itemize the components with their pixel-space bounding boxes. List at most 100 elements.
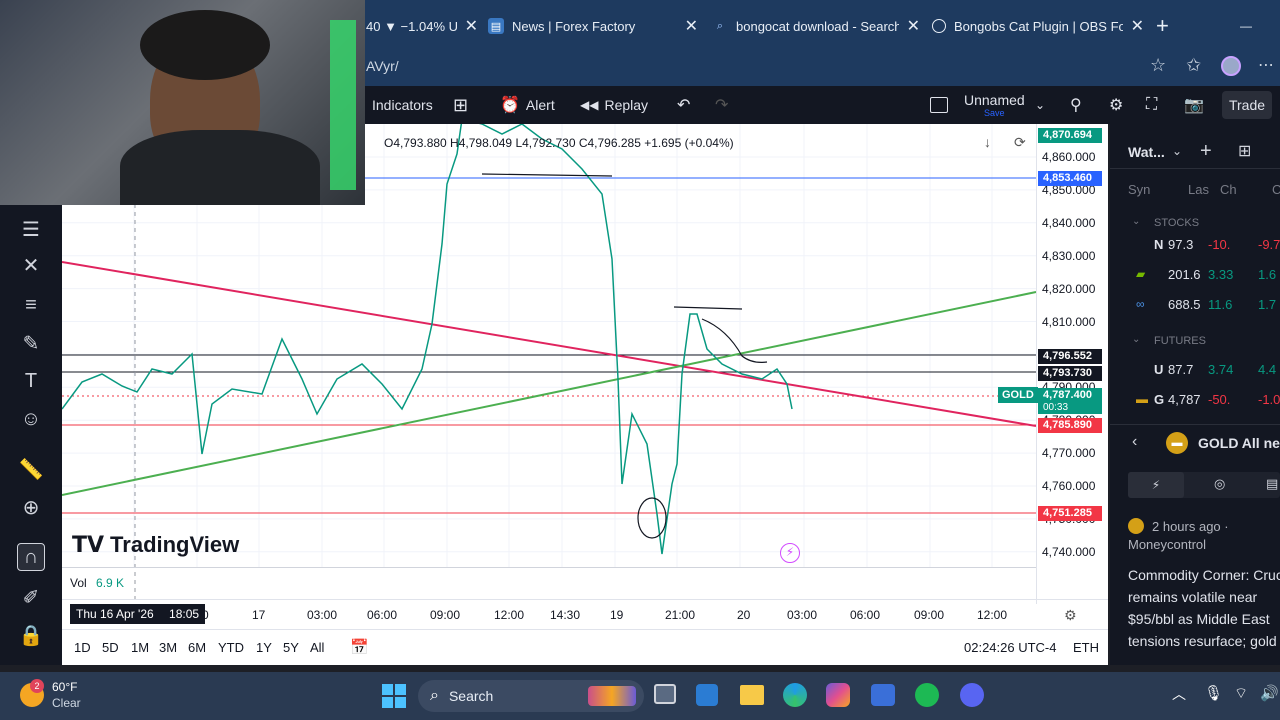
trendline-green[interactable] [62, 291, 1037, 496]
range-button-1d[interactable]: 1D [74, 640, 91, 655]
drawn-curve[interactable] [701, 318, 768, 363]
edge-icon[interactable] [783, 683, 807, 707]
chevron-down-icon[interactable]: ⌄ [1172, 144, 1182, 158]
news-headline[interactable]: Commodity Corner: Cruc remains volatile … [1128, 564, 1280, 652]
back-icon[interactable]: ‹ [1132, 433, 1137, 451]
range-button-all[interactable]: All [310, 640, 324, 655]
close-icon[interactable]: ✕ [1131, 16, 1144, 36]
close-icon[interactable]: ✕ [907, 16, 920, 36]
star-icon[interactable]: ☆ [1150, 55, 1166, 76]
lock-icon[interactable]: 🔒 [17, 621, 45, 649]
gear-icon[interactable]: ⚙ [1064, 607, 1077, 624]
time-axis[interactable] [62, 599, 1108, 629]
columns-icon[interactable]: ⊞ [1238, 141, 1251, 161]
taskbar-search[interactable]: ⌕ Search [418, 680, 644, 712]
watchlist-row[interactable]: ▰ 201.6 3.33 1.6 [1110, 261, 1280, 289]
tab-bing-search[interactable]: ⌕ bongocat download - Search ✕ [712, 6, 920, 46]
templates-icon[interactable]: ⊞ [453, 86, 468, 124]
stay-drawing-icon[interactable]: ✐ [17, 583, 45, 611]
windows-start-icon[interactable] [382, 684, 406, 708]
text-tool-icon[interactable]: T [17, 367, 45, 395]
session-toggle[interactable]: ETH [1073, 640, 1099, 655]
range-button-1m[interactable]: 1M [131, 640, 149, 655]
section-stocks[interactable]: STOCKS [1154, 217, 1199, 229]
drawn-line[interactable] [481, 173, 613, 177]
watchlist-row[interactable]: U 87.7 3.74 4.4 [1110, 356, 1280, 384]
fib-tool-icon[interactable]: ≡ [17, 291, 45, 319]
layout-name-button[interactable]: Unnamed Save [964, 86, 1025, 124]
notes-icon[interactable]: ▤ [1266, 476, 1278, 492]
ruler-icon[interactable]: 📏 [17, 455, 45, 483]
lightning-icon[interactable]: ⚡ [1128, 472, 1184, 498]
watchlist-title[interactable]: Wat... [1128, 144, 1165, 160]
download-icon[interactable]: ↓ [984, 134, 991, 150]
favorites-icon[interactable]: ✩ [1186, 55, 1201, 76]
menu-icon[interactable]: ☰ [17, 215, 45, 243]
close-icon[interactable]: ✕ [465, 16, 478, 36]
collapse-icon[interactable]: ⌄ [1132, 216, 1140, 227]
section-futures[interactable]: FUTURES [1154, 335, 1206, 347]
outlook-icon[interactable] [696, 684, 718, 706]
watchlist-column-header[interactable]: Syn [1128, 182, 1150, 197]
drawn-line[interactable] [673, 306, 743, 310]
pattern-tool-icon[interactable]: ✕ [17, 251, 45, 279]
indicators-button[interactable]: Indicators [372, 86, 433, 124]
zoom-in-icon[interactable]: ⊕ [17, 493, 45, 521]
tab-obs-forum[interactable]: Bongobs Cat Plugin | OBS Foru ✕ [932, 6, 1144, 46]
range-button-3m[interactable]: 3M [159, 640, 177, 655]
file-explorer-icon[interactable] [740, 685, 764, 705]
range-button-ytd[interactable]: YTD [218, 640, 244, 655]
fullscreen-icon[interactable]: ⛶ [1146, 86, 1157, 124]
profile-avatar[interactable] [1221, 56, 1241, 76]
watchlist-row[interactable]: ▬ G 4,787 -50. -1.0 [1110, 386, 1280, 414]
range-button-1y[interactable]: 1Y [256, 640, 272, 655]
settings-icon[interactable]: ⚙ [1109, 86, 1123, 124]
undo-icon[interactable]: ↶ [677, 86, 690, 124]
copilot-icon[interactable] [826, 683, 850, 707]
wifi-icon[interactable]: ⌔ [1234, 684, 1248, 703]
emoji-icon[interactable]: ☺ [17, 405, 45, 433]
range-button-6m[interactable]: 6M [188, 640, 206, 655]
idea-icon[interactable]: ◎ [1214, 476, 1225, 492]
price-chart[interactable] [62, 124, 1108, 665]
minimize-button[interactable]: — [1240, 6, 1256, 46]
refresh-icon[interactable]: ⟳ [1014, 134, 1026, 151]
brush-tool-icon[interactable]: ✎ [17, 329, 45, 357]
close-icon[interactable]: ✕ [685, 16, 698, 36]
range-button-5y[interactable]: 5Y [283, 640, 299, 655]
tab-forex-factory[interactable]: ▤ News | Forex Factory ✕ [488, 6, 698, 46]
range-button-5d[interactable]: 5D [102, 640, 119, 655]
trendline-red[interactable] [62, 261, 1037, 427]
watchlist-row[interactable]: ∞ 688.5 11.6 1.7 [1110, 291, 1280, 319]
task-view-icon[interactable] [654, 684, 676, 704]
calendar-icon[interactable]: 📅 [350, 638, 369, 656]
watchlist-column-header[interactable]: Ch [1220, 182, 1237, 197]
chart-pane[interactable]: O4,793.880 H4,798.049 L4,792.730 C4,796.… [62, 124, 1108, 665]
chart-clock[interactable]: 02:24:26 UTC-4 [964, 640, 1057, 655]
spotify-icon[interactable] [915, 683, 939, 707]
new-tab-button[interactable]: + [1156, 6, 1176, 46]
watchlist-column-header[interactable]: Ch [1272, 182, 1280, 197]
watchlist-column-header[interactable]: Las [1188, 182, 1209, 197]
camera-icon[interactable]: 📷 [1184, 86, 1204, 124]
more-icon[interactable]: ⋯ [1258, 55, 1274, 75]
replay-button[interactable]: ◀◀ Replay [580, 86, 648, 124]
magnet-icon[interactable]: ∩ [17, 543, 45, 571]
circle-annotation[interactable] [637, 497, 667, 539]
watchlist-row[interactable]: N 97.3 -10. -9.7 [1110, 231, 1280, 259]
collapse-icon[interactable]: ⌄ [1132, 334, 1140, 345]
add-symbol-icon[interactable]: + [1200, 140, 1212, 163]
tab-tradingview[interactable]: 40 ▼ −1.04% Un ✕ [366, 6, 478, 46]
volume-icon[interactable]: 🔊 [1260, 684, 1279, 702]
layout-checkbox[interactable] [930, 86, 948, 124]
quick-search-icon[interactable]: ⚲ [1070, 86, 1082, 124]
microphone-icon[interactable]: 🎙 [1204, 684, 1223, 702]
trade-button[interactable]: Trade [1222, 91, 1272, 119]
redo-icon[interactable]: ↷ [715, 86, 728, 124]
alert-button[interactable]: ⏰ Alert [500, 86, 555, 124]
lightning-icon[interactable]: ⚡ [780, 543, 800, 563]
chevron-down-icon[interactable]: ⌄ [1035, 86, 1045, 124]
store-icon[interactable] [871, 684, 895, 706]
chevron-up-icon[interactable]: ︿ [1172, 684, 1186, 704]
discord-icon[interactable] [960, 683, 984, 707]
